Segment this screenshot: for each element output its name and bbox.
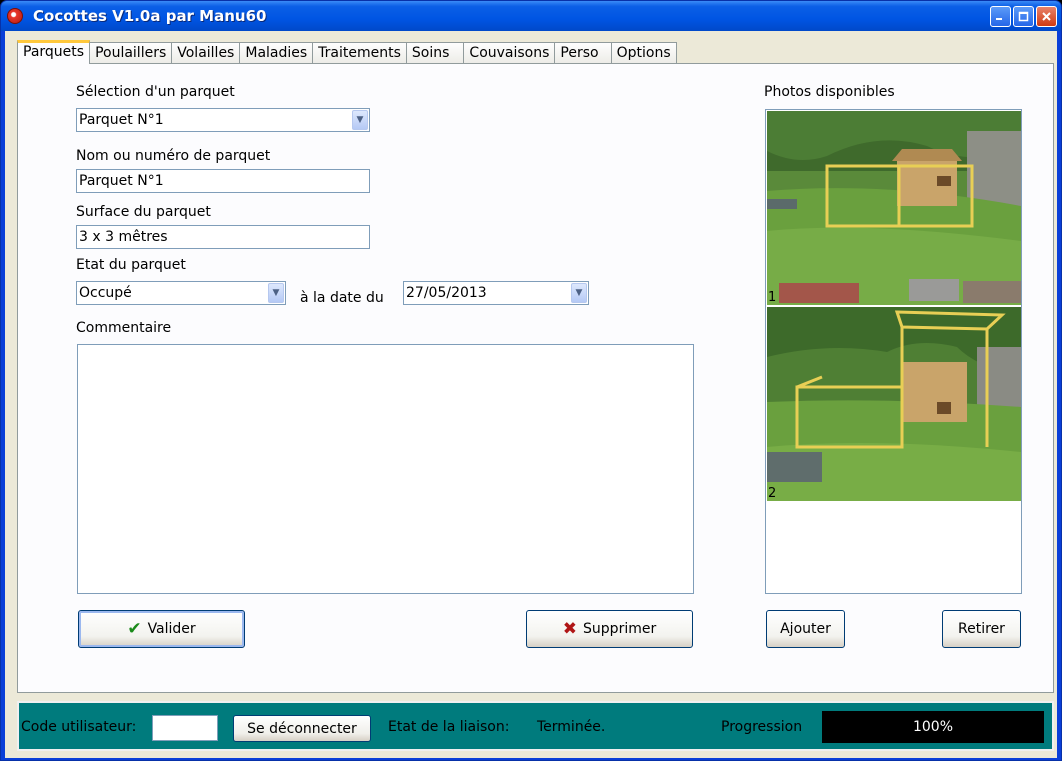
photo-number: 1 [768, 290, 777, 305]
app-window: Cocottes V1.0a par Manu60 Parquets Poula… [0, 0, 1062, 761]
add-photo-button[interactable]: Ajouter [766, 610, 845, 648]
window-title: Cocottes V1.0a par Manu60 [33, 7, 267, 25]
close-icon [1042, 12, 1051, 21]
title-bar[interactable]: Cocottes V1.0a par Manu60 [1, 1, 1061, 31]
photo-thumbnail[interactable]: 2 [767, 307, 1021, 501]
progress-label: Progression [721, 719, 803, 735]
tab-traitements[interactable]: Traitements [312, 42, 407, 64]
user-code-input[interactable] [152, 715, 218, 741]
parquet-select[interactable]: Parquet N°1 ▼ [76, 108, 370, 132]
tab-soins[interactable]: Soins [405, 42, 465, 64]
photos-label: Photos disponibles [764, 84, 895, 100]
disconnect-button[interactable]: Se déconnecter [233, 715, 371, 742]
status-bar: Code utilisateur: Se déconnecter Etat de… [17, 701, 1054, 751]
link-state-label: Etat de la liaison: [388, 719, 510, 735]
chevron-down-icon[interactable]: ▼ [268, 283, 284, 303]
tab-perso[interactable]: Perso [554, 42, 612, 64]
validate-label: Valider [147, 621, 196, 637]
tab-couvaisons[interactable]: Couvaisons [463, 42, 556, 64]
date-label: à la date du [300, 290, 384, 306]
surface-field[interactable]: 3 x 3 mêtres [76, 225, 370, 249]
delete-button[interactable]: ✖ Supprimer [526, 610, 693, 648]
comment-label: Commentaire [76, 320, 172, 336]
close-button[interactable] [1036, 6, 1057, 27]
selection-label: Sélection d'un parquet [76, 84, 235, 100]
photo-thumbnail[interactable]: 1 [767, 111, 1021, 305]
app-icon [7, 8, 23, 24]
surface-label: Surface du parquet [76, 204, 211, 220]
date-picker-value: 27/05/2013 [406, 285, 487, 301]
chevron-down-icon[interactable]: ▼ [352, 110, 368, 130]
henhouse-photo-1 [767, 111, 1021, 305]
parquet-select-value: Parquet N°1 [79, 112, 164, 128]
date-picker[interactable]: 27/05/2013 ▼ [403, 281, 589, 305]
chevron-down-icon[interactable]: ▼ [571, 283, 587, 303]
state-select-value: Occupé [79, 285, 132, 301]
tab-maladies[interactable]: Maladies [239, 42, 314, 64]
maximize-button[interactable] [1013, 6, 1034, 27]
remove-label: Retirer [958, 621, 1005, 637]
name-label: Nom ou numéro de parquet [76, 148, 271, 164]
tab-strip: Parquets Poulaillers Volailles Maladies … [17, 40, 677, 64]
minimize-button[interactable] [990, 6, 1011, 27]
photo-list[interactable]: 1 2 [765, 109, 1022, 594]
tab-volailles[interactable]: Volailles [171, 42, 241, 64]
link-state-value: Terminée. [537, 719, 606, 735]
comment-textarea[interactable] [77, 344, 694, 594]
remove-photo-button[interactable]: Retirer [942, 610, 1021, 648]
state-label: Etat du parquet [76, 257, 186, 273]
state-select[interactable]: Occupé ▼ [76, 281, 286, 305]
validate-button[interactable]: ✔ Valider [78, 610, 245, 648]
minimize-icon [996, 18, 1002, 20]
add-label: Ajouter [780, 621, 831, 637]
maximize-icon [1018, 11, 1029, 22]
progress-bar: 100% [822, 711, 1044, 743]
delete-icon: ✖ [562, 619, 578, 639]
photo-number: 2 [768, 486, 777, 501]
user-code-label: Code utilisateur: [21, 719, 137, 735]
tab-parquets[interactable]: Parquets [17, 40, 91, 64]
check-icon: ✔ [127, 619, 142, 639]
tab-options[interactable]: Options [610, 42, 677, 64]
progress-text: 100% [912, 719, 954, 735]
tab-poulaillers[interactable]: Poulaillers [89, 42, 173, 64]
delete-label: Supprimer [583, 621, 657, 637]
name-field[interactable]: Parquet N°1 [76, 169, 370, 193]
henhouse-photo-2 [767, 307, 1021, 501]
client-area: Parquets Poulaillers Volailles Maladies … [5, 31, 1057, 758]
